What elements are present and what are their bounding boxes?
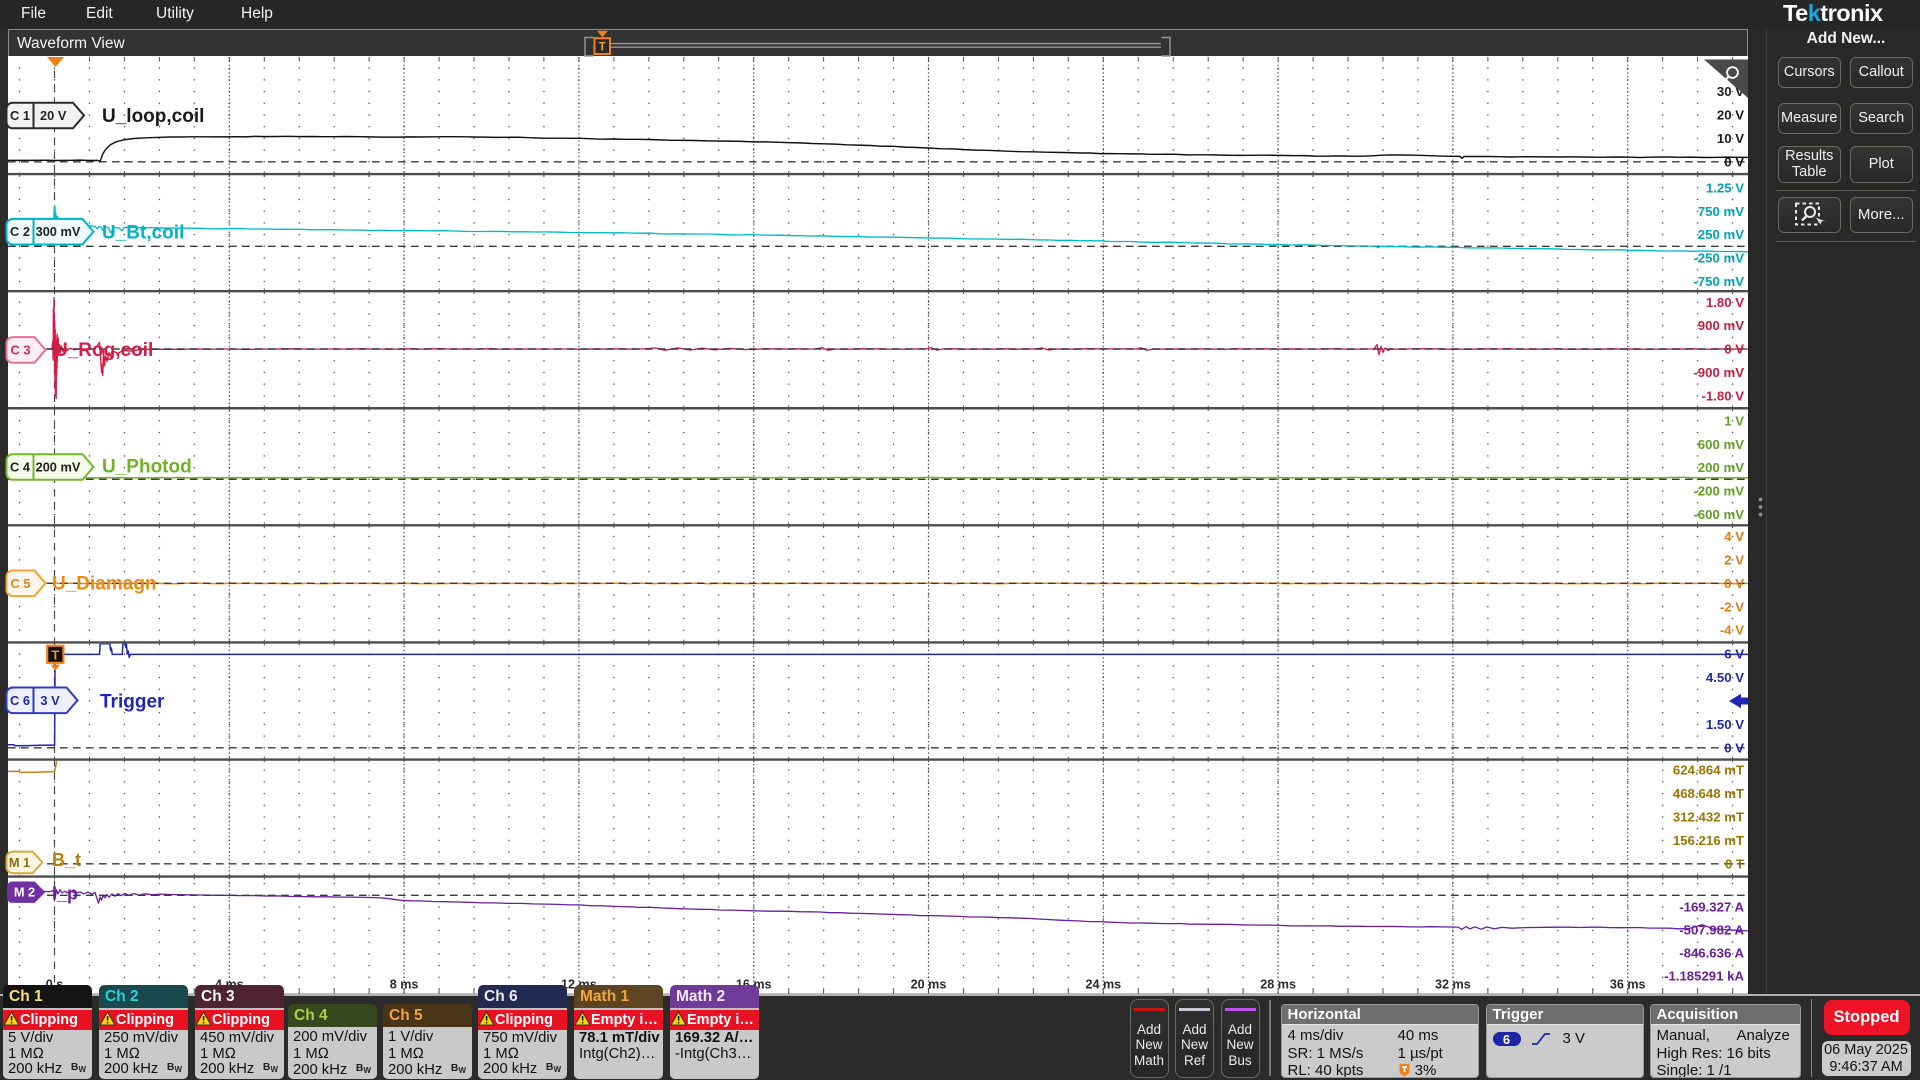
svg-text:U_Photod: U_Photod [102, 457, 192, 478]
svg-text:1.25 V: 1.25 V [1706, 180, 1744, 195]
svg-text:750 mV: 750 mV [1698, 204, 1744, 219]
svg-text:T: T [599, 42, 606, 54]
svg-text:3 V: 3 V [40, 693, 60, 708]
svg-text:200 mV: 200 mV [36, 460, 81, 475]
svg-text:4 V: 4 V [1724, 529, 1744, 544]
svg-text:-169.327 A: -169.327 A [1679, 899, 1744, 914]
svg-text:0 V: 0 V [1724, 154, 1744, 169]
svg-text:20 V: 20 V [1717, 108, 1744, 123]
svg-text:-750 mV: -750 mV [1693, 274, 1744, 289]
svg-text:1.80 V: 1.80 V [1706, 295, 1744, 310]
svg-text:0 V: 0 V [1724, 342, 1744, 357]
svg-text:-200 mV: -200 mV [1693, 484, 1744, 499]
svg-text:24 ms: 24 ms [1085, 978, 1121, 992]
svg-text:U_loop,coil: U_loop,coil [102, 106, 204, 127]
svg-text:250 mV: 250 mV [1698, 227, 1744, 242]
svg-text:4.50 V: 4.50 V [1706, 670, 1744, 685]
svg-text:-1.80 V: -1.80 V [1701, 388, 1744, 403]
svg-text:-507.982 A: -507.982 A [1679, 922, 1744, 937]
svg-text:C 2: C 2 [10, 224, 30, 239]
svg-text:300 mV: 300 mV [36, 224, 81, 239]
svg-text:U_Rog,coil: U_Rog,coil [54, 340, 153, 361]
svg-text:600 mV: 600 mV [1698, 437, 1744, 452]
svg-text:-900 mV: -900 mV [1693, 365, 1744, 380]
svg-text:2 V: 2 V [1724, 553, 1744, 568]
svg-text:C 5: C 5 [11, 576, 31, 591]
svg-text:I_p: I_p [52, 884, 78, 904]
svg-text:M 2: M 2 [14, 885, 35, 900]
svg-text:-250 mV: -250 mV [1693, 251, 1744, 266]
svg-text:20 V: 20 V [40, 108, 67, 123]
svg-text:36 ms: 36 ms [1610, 978, 1646, 992]
svg-text:624.864 mT: 624.864 mT [1673, 763, 1744, 778]
svg-text:1 V: 1 V [1724, 413, 1744, 428]
svg-text:-1.185291 kA: -1.185291 kA [1664, 968, 1744, 983]
svg-text:6 V: 6 V [1724, 647, 1744, 662]
svg-text:10 V: 10 V [1717, 131, 1744, 146]
svg-text:32 ms: 32 ms [1435, 978, 1471, 992]
svg-text:U_Diamagn: U_Diamagn [52, 574, 157, 595]
svg-text:C 3: C 3 [11, 342, 31, 357]
svg-text:0 V: 0 V [1724, 576, 1744, 591]
svg-text:200 mV: 200 mV [1698, 460, 1744, 475]
svg-text:C 1: C 1 [10, 108, 30, 123]
svg-text:Trigger: Trigger [100, 692, 165, 713]
svg-text:-2 V: -2 V [1720, 599, 1744, 614]
svg-text:20 ms: 20 ms [911, 978, 947, 992]
svg-text:C 6: C 6 [10, 693, 30, 708]
svg-text:0 V: 0 V [1724, 740, 1744, 755]
svg-text:-846.636 A: -846.636 A [1679, 945, 1744, 960]
svg-text:C 4: C 4 [10, 460, 31, 475]
svg-text:B_t: B_t [52, 850, 81, 870]
svg-text:312.432 mT: 312.432 mT [1673, 810, 1744, 825]
svg-text:468.648 mT: 468.648 mT [1673, 786, 1744, 801]
svg-text:-4 V: -4 V [1720, 623, 1744, 638]
svg-text:-600 mV: -600 mV [1693, 507, 1744, 522]
svg-text:0 T: 0 T [1725, 856, 1744, 871]
svg-text:28 ms: 28 ms [1260, 978, 1296, 992]
svg-text:U_Bt,coil: U_Bt,coil [102, 223, 184, 244]
svg-text:156.216 mT: 156.216 mT [1673, 833, 1744, 848]
svg-text:900 mV: 900 mV [1698, 318, 1744, 333]
svg-text:T: T [51, 647, 59, 662]
svg-text:8 ms: 8 ms [390, 978, 419, 992]
svg-text:1.50 V: 1.50 V [1706, 717, 1744, 732]
svg-text:M 1: M 1 [9, 855, 30, 870]
